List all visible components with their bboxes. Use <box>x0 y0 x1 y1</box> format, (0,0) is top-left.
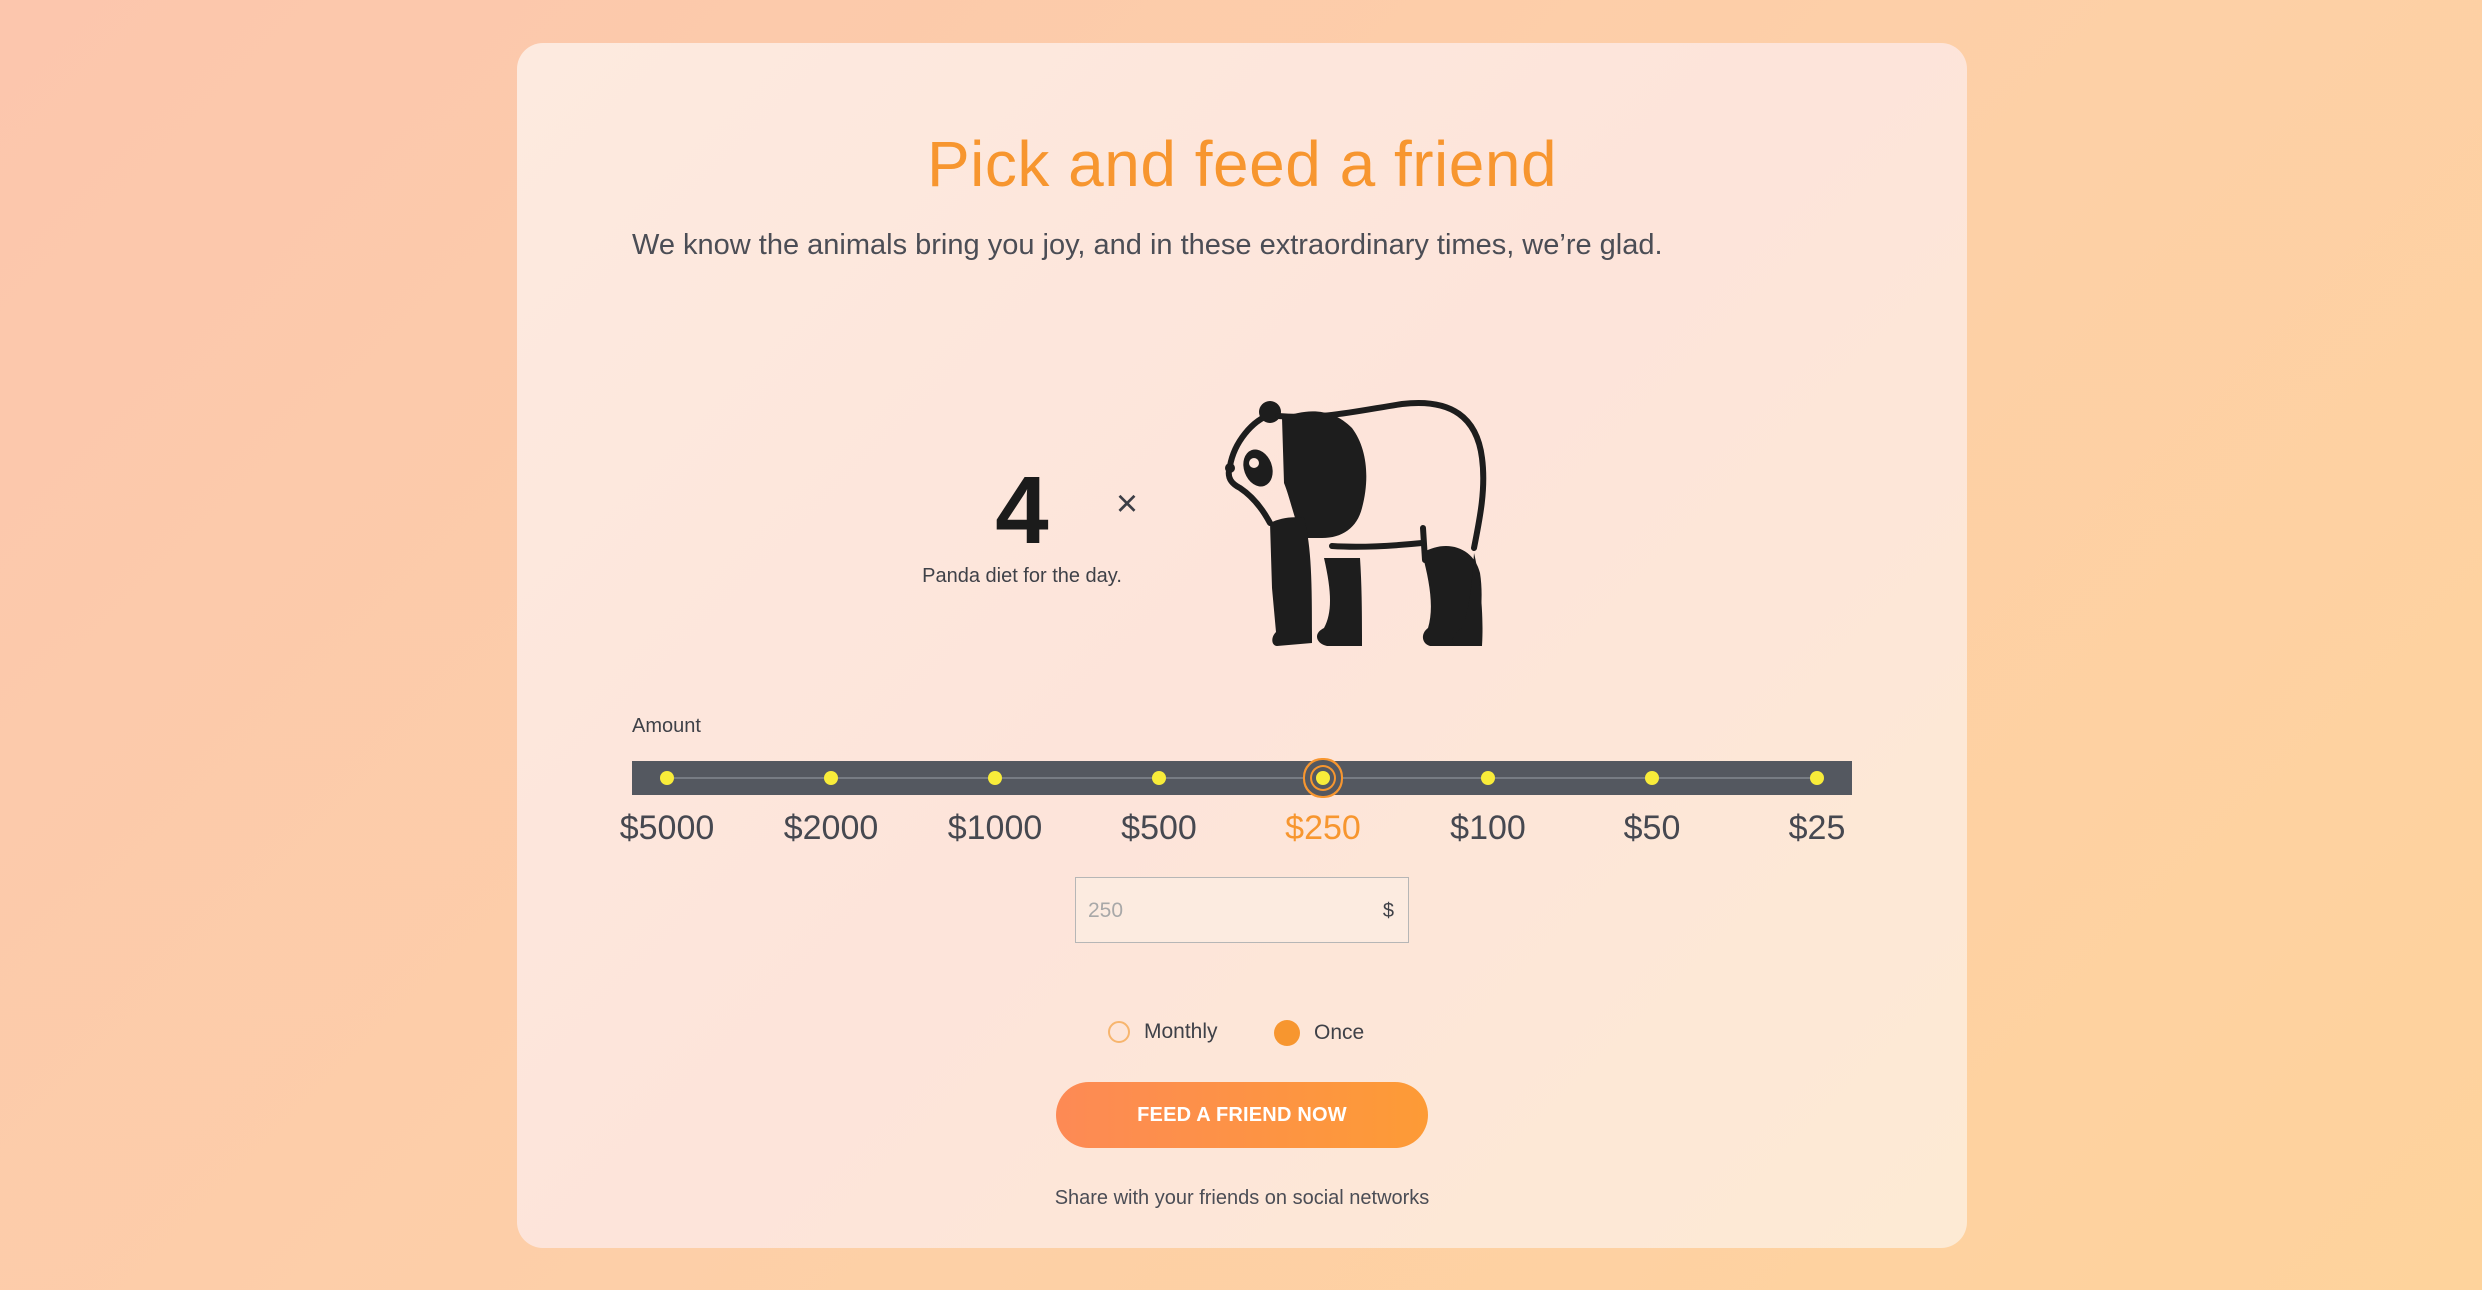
radio-once[interactable]: Once <box>1274 1020 1364 1046</box>
slider-stop-5000[interactable] <box>660 771 674 785</box>
amount-option[interactable]: $100 <box>1418 809 1558 848</box>
amount-option[interactable]: $25 <box>1747 809 1887 848</box>
custom-amount-input[interactable] <box>1086 878 1350 944</box>
feed-a-friend-button[interactable]: FEED A FRIEND NOW <box>1056 1082 1428 1148</box>
slider-stop-25[interactable] <box>1810 771 1824 785</box>
page-title: Pick and feed a friend <box>926 128 1558 200</box>
slider-stop-50[interactable] <box>1645 771 1659 785</box>
page-subtitle: We know the animals bring you joy, and i… <box>632 229 1663 261</box>
amount-option-selected[interactable]: $250 <box>1253 809 1393 848</box>
custom-amount-field: $ <box>1075 877 1409 944</box>
amount-option[interactable]: $5000 <box>597 809 737 848</box>
amount-option[interactable]: $2000 <box>761 809 901 848</box>
share-text[interactable]: Share with your friends on social networ… <box>517 1187 1967 1210</box>
slider-stop-2000[interactable] <box>824 771 838 785</box>
amount-option[interactable]: $500 <box>1089 809 1229 848</box>
slider-stop-100[interactable] <box>1481 771 1495 785</box>
donation-card: Pick and feed a friend We know the anima… <box>517 43 1967 1248</box>
amount-option[interactable]: $1000 <box>925 809 1065 848</box>
amount-label: Amount <box>632 715 701 737</box>
currency-symbol: $ <box>1382 900 1394 922</box>
radio-monthly[interactable]: Monthly <box>1108 1020 1218 1044</box>
slider-handle[interactable] <box>1316 771 1330 785</box>
radio-once-label: Once <box>1314 1021 1365 1044</box>
radio-circle[interactable] <box>1108 1021 1130 1043</box>
slider-stop-500[interactable] <box>1152 771 1166 785</box>
multiply-icon: × <box>1115 483 1139 525</box>
radio-circle-checked[interactable] <box>1274 1020 1300 1046</box>
radio-monthly-label: Monthly <box>1144 1020 1218 1043</box>
meal-count: 4 <box>995 457 1049 564</box>
slider-stop-1000[interactable] <box>988 771 1002 785</box>
meal-count-label: Panda diet for the day. <box>922 565 1122 587</box>
amount-slider[interactable] <box>632 761 1852 795</box>
amount-option[interactable]: $50 <box>1582 809 1722 848</box>
panda-icon <box>1225 400 1487 646</box>
